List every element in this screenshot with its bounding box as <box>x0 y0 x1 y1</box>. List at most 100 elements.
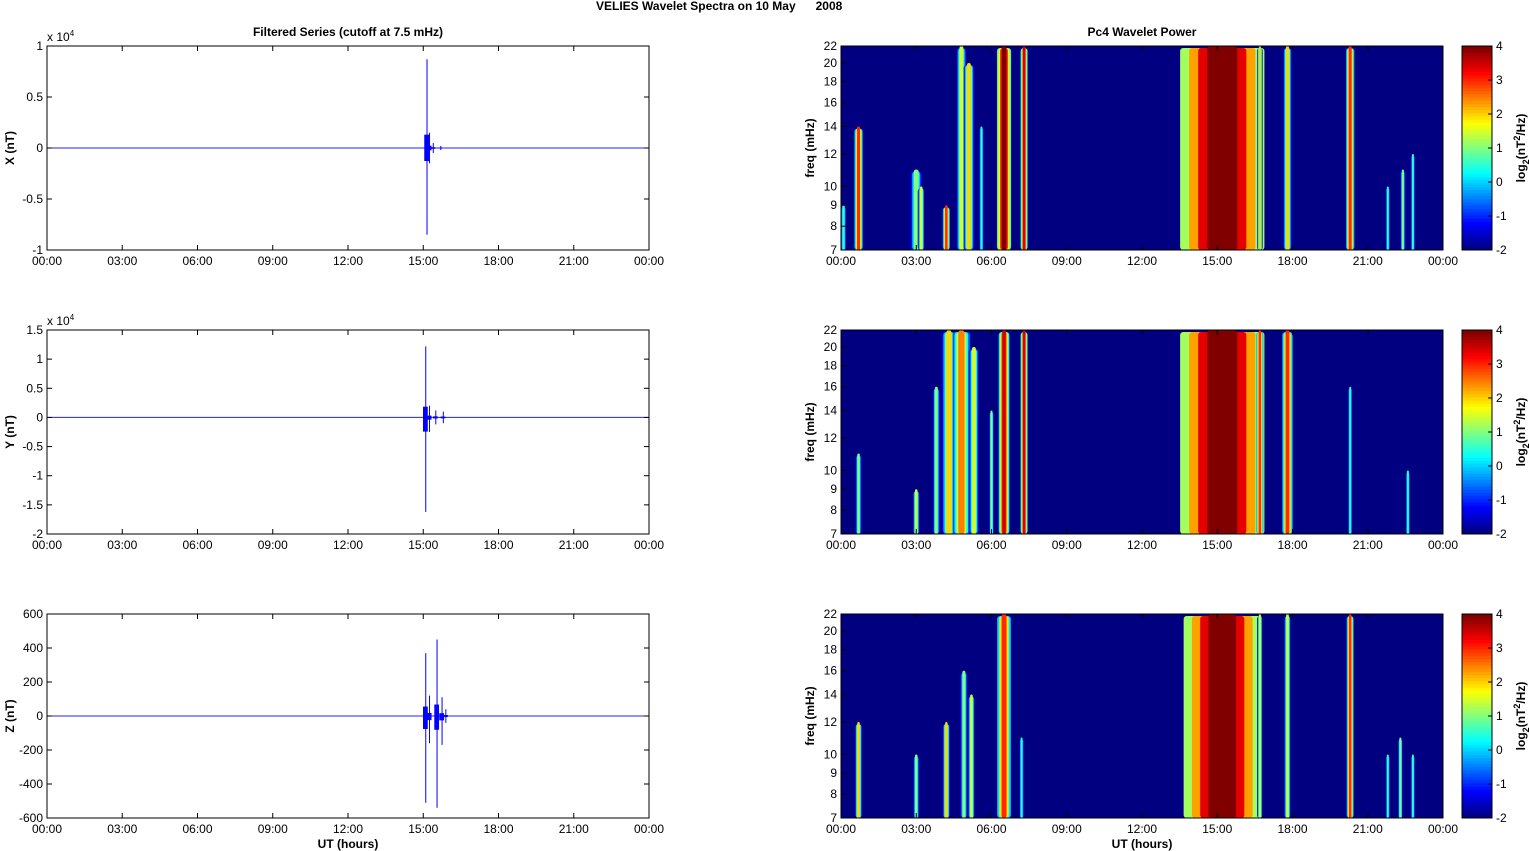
colorbar-cell <box>1462 511 1492 516</box>
colorbar-cell <box>1462 243 1492 248</box>
cb-part: (nT <box>1514 708 1528 727</box>
colorbar-cell <box>1462 396 1492 401</box>
colorbar-cell <box>1462 377 1492 382</box>
colorbar-cell <box>1462 112 1492 117</box>
x-tick-label: 18:00 <box>1277 538 1307 552</box>
wavelet-burst <box>967 62 971 250</box>
colorbar-cell <box>1462 495 1492 500</box>
colorbar-cell <box>1462 479 1492 484</box>
colorbar-cell <box>1462 798 1492 803</box>
x-tick-label: 18:00 <box>483 254 513 268</box>
colorbar-cell <box>1462 527 1492 532</box>
x-tick-label: 03:00 <box>901 538 931 552</box>
colorbar-cell <box>1462 428 1492 433</box>
colorbar-cell <box>1462 725 1492 730</box>
colorbar-cell <box>1462 387 1492 392</box>
colorbar-cell <box>1462 365 1492 369</box>
x-tick-label: 09:00 <box>1052 538 1082 552</box>
x-tick-label: 06:00 <box>976 254 1006 268</box>
colorbar-cell <box>1462 629 1492 634</box>
colorbar-cell <box>1462 237 1492 241</box>
cb-part: log <box>1514 448 1528 466</box>
colorbar-cell <box>1462 811 1492 816</box>
x-tick-label: 15:00 <box>1202 822 1232 836</box>
colorbar-cell <box>1462 668 1492 672</box>
wavelet-burst <box>1285 330 1290 534</box>
colorbar-tick-label: 3 <box>1496 357 1503 371</box>
colorbar-cell <box>1462 741 1492 746</box>
colorbar-cell <box>1462 189 1492 194</box>
x-tick-label: 12:00 <box>1127 822 1157 836</box>
x-tick-label: 12:00 <box>1127 538 1157 552</box>
colorbar-cell <box>1462 645 1492 650</box>
x-tick-label: 21:00 <box>559 822 589 836</box>
colorbar-cell <box>1462 712 1492 717</box>
colorbar-cell <box>1462 183 1492 187</box>
colorbar-tick-label: 0 <box>1496 175 1503 189</box>
colorbar-cell <box>1462 46 1492 50</box>
colorbar-cell <box>1462 709 1492 714</box>
colorbar-cell <box>1462 234 1492 238</box>
wavelet-burst <box>1386 754 1389 818</box>
x-tick-label: 03:00 <box>107 538 137 552</box>
colorbar-cell <box>1462 125 1492 130</box>
wavelet-burst <box>1401 169 1404 250</box>
colorbar-cell <box>1462 744 1492 749</box>
wavelet-burst <box>958 330 965 534</box>
colorbar-cell <box>1462 706 1492 711</box>
x-axis-label: UT (hours) <box>1112 837 1173 851</box>
cb-part: /Hz) <box>1514 682 1528 704</box>
wavelet-burst <box>914 754 918 818</box>
colorbar-cell <box>1462 211 1492 216</box>
wavelet-burst <box>1386 186 1389 250</box>
wavelet-burst <box>1285 46 1289 250</box>
wavelet-burst <box>1406 470 1409 534</box>
colorbar-cell <box>1462 518 1492 522</box>
colorbar-cell <box>1462 677 1492 682</box>
colorbar-cell <box>1462 109 1492 114</box>
colorbar-tick-label: 1 <box>1496 141 1503 155</box>
x-tick-label: 00:00 <box>826 822 856 836</box>
y-tick-label: 9 <box>830 198 837 212</box>
wavelet-burst <box>1348 46 1352 250</box>
x-tick-label: 00:00 <box>826 254 856 268</box>
colorbar-cell <box>1462 135 1492 139</box>
colorbar-cell <box>1462 754 1492 758</box>
wavelet-burst <box>1207 330 1238 534</box>
colorbar-cell <box>1462 49 1492 53</box>
colorbar-tick-label: 2 <box>1496 675 1503 689</box>
colorbar-cell <box>1462 128 1492 133</box>
cb-part: /Hz) <box>1514 398 1528 420</box>
y-tick-label: 8 <box>830 219 837 233</box>
colorbar-cell <box>1462 227 1492 232</box>
colorbar-cell <box>1462 447 1492 452</box>
colorbar-cell <box>1462 483 1492 487</box>
colorbar-cell <box>1462 687 1492 691</box>
x-tick-label: 03:00 <box>107 822 137 836</box>
colorbar-cell <box>1462 655 1492 660</box>
colorbar-cell <box>1462 521 1492 525</box>
colorbar-cell <box>1462 122 1492 127</box>
y-axis-label: freq (mHz) <box>803 402 817 461</box>
y-tick-label: 600 <box>23 607 43 621</box>
x-tick-label: 00:00 <box>32 822 62 836</box>
colorbar-cell <box>1462 195 1492 200</box>
y-tick-label: 400 <box>23 641 43 655</box>
wavelet-burst <box>1022 330 1026 534</box>
colorbar-cell <box>1462 731 1492 736</box>
x-tick-label: 00:00 <box>634 822 664 836</box>
y-tick-label: 0 <box>36 709 43 723</box>
x-tick-label: 12:00 <box>333 822 363 836</box>
y-tick-label: -0.5 <box>22 192 43 206</box>
colorbar-cell <box>1462 138 1492 143</box>
x-tick-label: 12:00 <box>333 254 363 268</box>
colorbar-cell <box>1462 514 1492 519</box>
wavelet-burst <box>946 330 952 534</box>
colorbar-cell <box>1462 626 1492 631</box>
y-tick-label: 12 <box>824 147 838 161</box>
y-tick-label: 10 <box>824 463 838 477</box>
y-tick-label: 20 <box>824 56 838 70</box>
y-tick-label: 14 <box>824 688 838 702</box>
wavelet-burst <box>920 186 923 250</box>
colorbar-cell <box>1462 684 1492 688</box>
